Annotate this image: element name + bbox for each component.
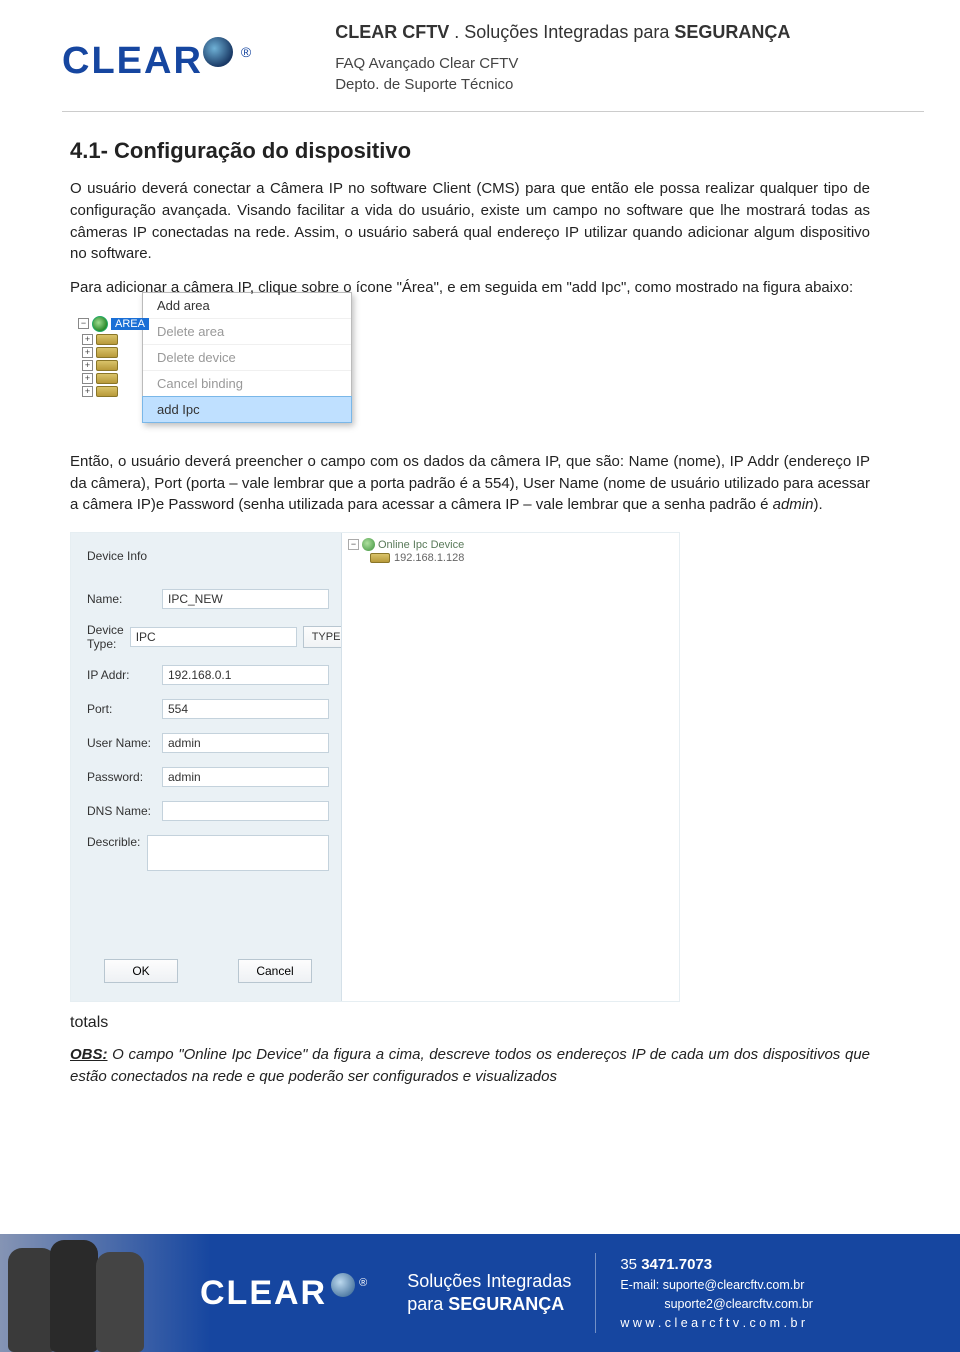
tree-expand-icon[interactable]: +	[82, 386, 93, 397]
dialog-form: Device Info Name: Device Type: TYPE IP A…	[71, 533, 341, 1001]
input-dns[interactable]	[162, 801, 329, 821]
label-password: Password:	[87, 770, 156, 784]
row-ip: IP Addr:	[87, 665, 329, 685]
dvr-icon	[370, 553, 390, 563]
tree-expand-icon[interactable]: +	[82, 373, 93, 384]
label-username: User Name:	[87, 736, 156, 750]
p3-admin-italic: admin	[773, 496, 814, 513]
p3-text: Então, o usuário deverá preencher o camp…	[70, 453, 870, 514]
input-password[interactable]	[162, 767, 329, 787]
tree-root-label[interactable]: AREA	[111, 318, 149, 330]
figure-device-dialog: Device Info Name: Device Type: TYPE IP A…	[70, 532, 680, 1002]
tree-collapse-icon[interactable]: −	[78, 318, 89, 329]
brand-mid: . Soluções Integradas para	[449, 22, 674, 42]
row-port: Port:	[87, 699, 329, 719]
row-describle: Describle:	[87, 835, 329, 871]
page-footer: CLEAR ® Soluções Integradas para SEGURAN…	[0, 1234, 960, 1352]
footer-slogan: Soluções Integradas para SEGURANÇA	[407, 1270, 571, 1317]
ctx-add-ipc[interactable]: add Ipc	[142, 396, 352, 423]
row-username: User Name:	[87, 733, 329, 753]
paragraph-1: O usuário deverá conectar a Câmera IP no…	[70, 178, 870, 265]
person-silhouette-icon	[8, 1248, 56, 1352]
label-device-type: Device Type:	[87, 623, 124, 651]
brand-bold-2: SEGURANÇA	[674, 22, 790, 42]
footer-contact: 35 3471.7073 E-mail: suporte@clearcftv.c…	[620, 1254, 813, 1333]
cancel-button[interactable]: Cancel	[238, 959, 312, 983]
logo-ball-icon	[331, 1273, 355, 1297]
footer-logo-text: CLEAR	[200, 1274, 327, 1313]
footer-logo: CLEAR ®	[200, 1274, 367, 1313]
obs-lead: OBS:	[70, 1046, 108, 1063]
dialog-title: Device Info	[87, 549, 329, 563]
online-device-root[interactable]: − Online Ipc Device	[348, 537, 673, 552]
label-ip: IP Addr:	[87, 668, 156, 682]
dvr-icon	[96, 373, 118, 384]
input-name[interactable]	[162, 589, 329, 609]
logo: CLEAR ®	[62, 40, 251, 83]
label-name: Name:	[87, 592, 156, 606]
globe-icon	[362, 538, 375, 551]
ctx-delete-area[interactable]: Delete area	[143, 319, 351, 345]
paragraph-3: Então, o usuário deverá preencher o camp…	[70, 451, 870, 516]
person-silhouette-icon	[96, 1252, 144, 1352]
header-sub-1: FAQ Avançado Clear CFTV	[335, 53, 790, 74]
tree-collapse-icon[interactable]: −	[348, 539, 359, 550]
label-port: Port:	[87, 702, 156, 716]
footer-email-2: suporte2@clearcftv.com.br	[620, 1295, 813, 1314]
footer-phone: 35 3471.7073	[620, 1254, 813, 1277]
page-header: CLEAR ® CLEAR CFTV . Soluções Integradas…	[0, 0, 960, 103]
document-content: 4.1- Configuração do dispositivo O usuár…	[0, 112, 960, 1088]
input-port[interactable]	[162, 699, 329, 719]
row-dns: DNS Name:	[87, 801, 329, 821]
obs-text: O campo "Online Ipc Device" da figura a …	[70, 1046, 870, 1085]
slogan-line1: Soluções Integradas	[407, 1270, 571, 1293]
footer-divider	[595, 1253, 596, 1333]
section-title: 4.1- Configuração do dispositivo	[70, 138, 870, 164]
brand-line: CLEAR CFTV . Soluções Integradas para SE…	[335, 22, 790, 43]
dvr-icon	[96, 334, 118, 345]
globe-icon[interactable]	[92, 316, 108, 332]
footer-website: w w w . c l e a r c f t v . c o m . b r	[620, 1314, 813, 1333]
tree-expand-icon[interactable]: +	[82, 360, 93, 371]
logo-text: CLEAR	[62, 40, 203, 83]
p3-end: ).	[813, 496, 822, 513]
input-username[interactable]	[162, 733, 329, 753]
header-sub-2: Depto. de Suporte Técnico	[335, 74, 790, 95]
footer-logo-reg: ®	[359, 1277, 367, 1289]
obs-paragraph: OBS: O campo "Online Ipc Device" da figu…	[70, 1044, 870, 1088]
footer-people-graphic	[0, 1234, 190, 1352]
online-device-label: Online Ipc Device	[378, 539, 464, 551]
logo-registered: ®	[241, 44, 251, 60]
dialog-device-tree: − Online Ipc Device 192.168.1.128	[341, 533, 679, 1001]
ctx-delete-device[interactable]: Delete device	[143, 345, 351, 371]
tree-expand-icon[interactable]: +	[82, 334, 93, 345]
header-sublines: FAQ Avançado Clear CFTV Depto. de Suport…	[335, 53, 790, 95]
figure-context-menu: − AREA + + + + + Add area Delete area De…	[78, 315, 358, 423]
brand-bold-1: CLEAR CFTV	[335, 22, 449, 42]
ok-button[interactable]: OK	[104, 959, 178, 983]
dvr-icon	[96, 386, 118, 397]
footer-email-1: E-mail: suporte@clearcftv.com.br	[620, 1276, 813, 1295]
paragraph-2: Para adicionar a câmera IP, clique sobre…	[70, 277, 870, 299]
label-describle: Describle:	[87, 835, 141, 849]
tree-expand-icon[interactable]: +	[82, 347, 93, 358]
online-device-ip: 192.168.1.128	[394, 552, 464, 564]
dvr-icon	[96, 347, 118, 358]
dvr-icon	[96, 360, 118, 371]
label-dns: DNS Name:	[87, 804, 156, 818]
row-password: Password:	[87, 767, 329, 787]
online-device-item[interactable]: 192.168.1.128	[370, 552, 673, 564]
logo-ball-icon	[203, 37, 233, 67]
row-name: Name:	[87, 589, 329, 609]
dialog-buttons: OK Cancel	[87, 959, 329, 983]
input-device-type[interactable]	[130, 627, 297, 647]
context-menu: Add area Delete area Delete device Cance…	[142, 292, 352, 423]
row-device-type: Device Type: TYPE	[87, 623, 329, 651]
input-ip[interactable]	[162, 665, 329, 685]
header-text-block: CLEAR CFTV . Soluções Integradas para SE…	[335, 22, 790, 95]
person-silhouette-icon	[50, 1240, 98, 1352]
input-describle[interactable]	[147, 835, 329, 871]
slogan-line2: para SEGURANÇA	[407, 1293, 571, 1316]
ctx-cancel-binding[interactable]: Cancel binding	[143, 371, 351, 397]
